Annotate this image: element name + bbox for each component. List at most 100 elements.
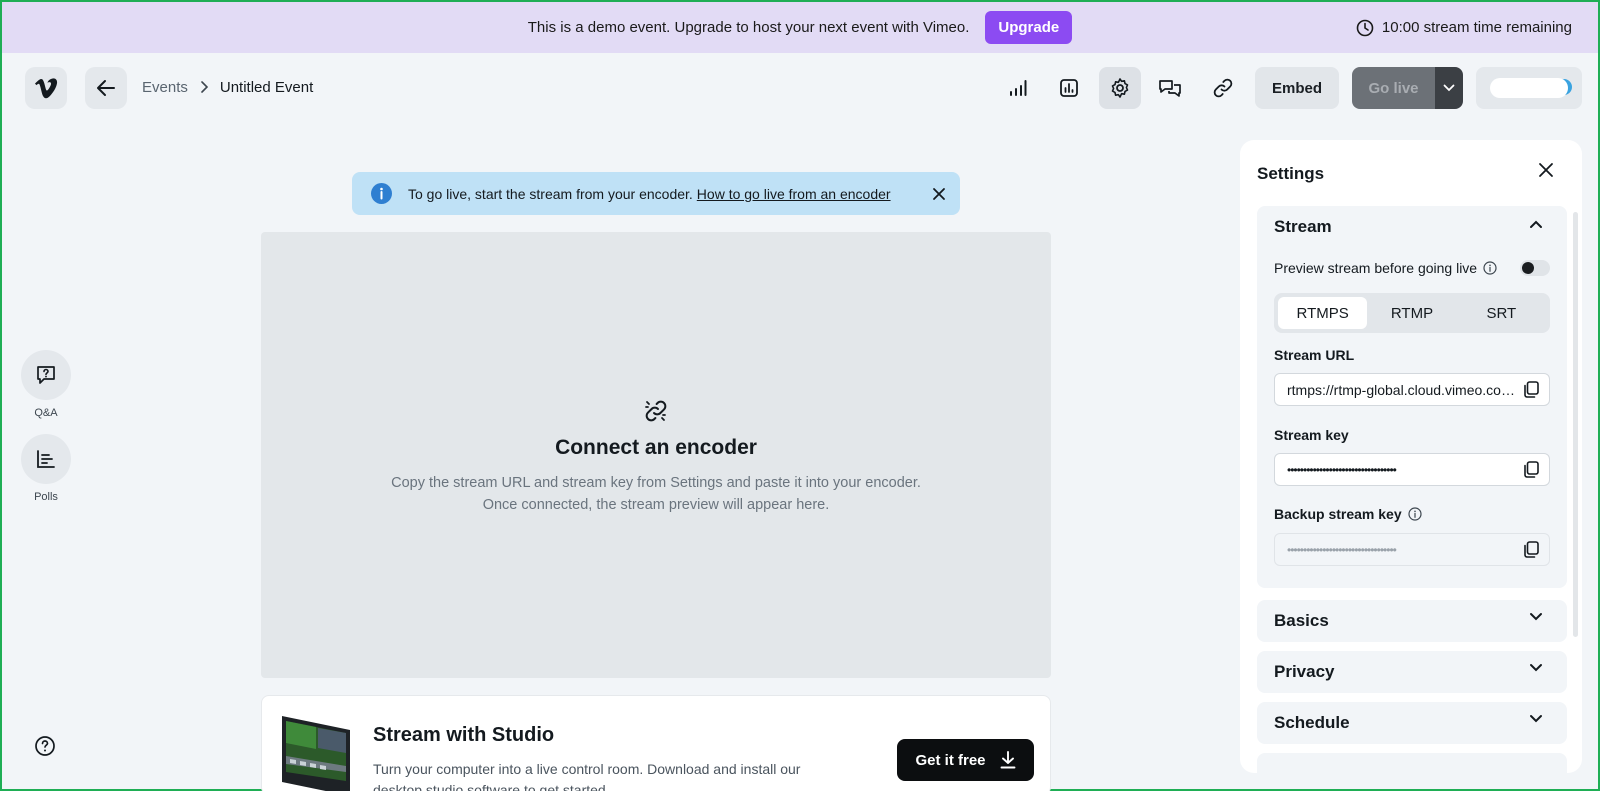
help-button[interactable] — [34, 735, 56, 757]
chevron-right-icon — [200, 81, 208, 93]
chevron-down-icon — [1529, 663, 1543, 673]
studio-description: Turn your computer into a live control r… — [373, 761, 801, 791]
go-live-options-button[interactable] — [1435, 67, 1463, 109]
how-to-go-live-link[interactable]: How to go live from an encoder — [697, 186, 891, 202]
help-circle-icon — [34, 735, 56, 757]
chevron-up-icon[interactable] — [1529, 219, 1543, 229]
copy-icon — [1524, 381, 1539, 398]
copy-key-button[interactable] — [1523, 461, 1539, 478]
stream-url-value: rtmps://rtmp-global.cloud.vimeo.com:443/… — [1287, 381, 1515, 398]
protocol-tab-srt[interactable]: SRT — [1457, 297, 1546, 329]
protocol-selector: RTMPS RTMP SRT — [1274, 293, 1550, 333]
schedule-section[interactable]: Schedule — [1257, 702, 1567, 744]
backup-key-field[interactable]: •••••••••••••••••••••••••••••••••• — [1274, 533, 1550, 566]
backup-key-label: Backup stream key — [1274, 506, 1402, 522]
stream-key-label: Stream key — [1274, 427, 1349, 443]
breadcrumb: Events Untitled Event — [142, 53, 313, 121]
notice-text: To go live, start the stream from your e… — [408, 186, 891, 202]
embed-button[interactable]: Embed — [1255, 67, 1339, 109]
analytics-chart-icon — [1059, 78, 1079, 98]
close-icon — [933, 187, 945, 200]
polls-label: Polls — [34, 491, 58, 503]
upgrade-button[interactable]: Upgrade — [985, 11, 1073, 44]
copy-backup-key-button[interactable] — [1523, 541, 1539, 558]
polls-button[interactable] — [21, 434, 71, 484]
vimeo-logo-button[interactable] — [25, 67, 67, 109]
notice-close-button[interactable] — [932, 187, 946, 201]
demo-banner: This is a demo event. Upgrade to host yo… — [2, 2, 1598, 53]
encoder-notice: To go live, start the stream from your e… — [352, 172, 960, 215]
studio-promo-card: Stream with Studio Turn your computer in… — [261, 695, 1051, 791]
backup-key-value: •••••••••••••••••••••••••••••••••• — [1287, 542, 1397, 557]
header: Events Untitled Event Embed Go live — [2, 53, 1598, 121]
preview-description: Copy the stream URL and stream key from … — [261, 472, 1051, 516]
gear-icon — [1109, 77, 1131, 99]
copy-icon — [1524, 461, 1539, 478]
clock-icon — [1356, 19, 1374, 37]
time-remaining-text: 10:00 stream time remaining — [1381, 19, 1572, 36]
broken-link-icon — [643, 398, 669, 424]
copy-link-button[interactable] — [1202, 67, 1244, 109]
privacy-section-title: Privacy — [1274, 662, 1335, 681]
chevron-down-icon — [1529, 714, 1543, 724]
basics-section-title: Basics — [1274, 611, 1329, 630]
link-icon — [1212, 77, 1234, 99]
settings-panel: Settings Stream Preview stream before go… — [1240, 140, 1582, 773]
info-circle-icon[interactable] — [1408, 507, 1422, 521]
info-icon — [371, 183, 392, 204]
copy-url-button[interactable] — [1523, 381, 1539, 398]
protocol-tab-rtmp[interactable]: RTMP — [1367, 297, 1456, 329]
get-it-free-button[interactable]: Get it free — [897, 739, 1034, 781]
preview-stream-row: Preview stream before going live — [1274, 258, 1550, 278]
stream-key-value: •••••••••••••••••••••••••••••••••• — [1287, 462, 1397, 477]
vimeo-logo-icon — [34, 77, 58, 99]
settings-title: Settings — [1257, 164, 1325, 183]
preview-description-line-1: Copy the stream URL and stream key from … — [391, 475, 921, 491]
chat-bubbles-icon — [1158, 78, 1182, 98]
stream-section-title[interactable]: Stream — [1274, 217, 1332, 237]
toggle-knob — [1522, 262, 1534, 274]
signal-bars-icon — [1009, 79, 1027, 97]
banner-message: This is a demo event. Upgrade to host yo… — [527, 19, 970, 36]
settings-scrollbar[interactable] — [1573, 212, 1578, 637]
back-button[interactable] — [85, 67, 127, 109]
privacy-section[interactable]: Privacy — [1257, 651, 1567, 693]
basics-section[interactable]: Basics — [1257, 600, 1567, 642]
go-live-split-button: Go live — [1352, 67, 1463, 109]
stream-time-remaining: 10:00 stream time remaining — [1356, 2, 1572, 53]
schedule-section-title: Schedule — [1274, 713, 1350, 732]
chevron-down-icon — [1529, 612, 1543, 622]
breadcrumb-current: Untitled Event — [219, 78, 314, 96]
preview-stream-label: Preview stream before going live — [1274, 260, 1478, 276]
settings-button[interactable] — [1099, 67, 1141, 109]
chevron-down-icon — [1443, 84, 1455, 92]
laptop-image — [278, 712, 356, 791]
question-bubble-icon — [35, 364, 57, 386]
qa-label: Q&A — [34, 407, 58, 419]
analytics-button[interactable] — [1048, 67, 1090, 109]
chat-button[interactable] — [1149, 67, 1191, 109]
backup-key-label-row: Backup stream key — [1274, 506, 1422, 522]
poll-chart-icon — [36, 449, 56, 469]
protocol-tab-rtmps[interactable]: RTMPS — [1278, 297, 1368, 329]
get-it-free-label: Get it free — [915, 751, 986, 769]
stream-preview-area: Connect an encoder Copy the stream URL a… — [261, 232, 1051, 678]
preview-title: Connect an encoder — [555, 436, 757, 459]
studio-title: Stream with Studio — [373, 724, 555, 746]
breadcrumb-events-link[interactable]: Events — [142, 79, 188, 96]
stream-key-field[interactable]: •••••••••••••••••••••••••••••••••• — [1274, 453, 1550, 486]
stream-url-label: Stream URL — [1274, 347, 1355, 363]
account-menu-button[interactable] — [1476, 67, 1582, 109]
info-circle-icon[interactable] — [1483, 261, 1497, 275]
preview-description-line-2: Once connected, the stream preview will … — [482, 497, 830, 513]
go-live-button[interactable]: Go live — [1352, 67, 1435, 109]
stream-url-field[interactable]: rtmps://rtmp-global.cloud.vimeo.com:443/… — [1274, 373, 1550, 406]
notice-message: To go live, start the stream from your e… — [408, 185, 693, 202]
download-icon — [1000, 751, 1016, 769]
preview-stream-toggle[interactable] — [1520, 260, 1550, 276]
qa-button[interactable] — [21, 350, 71, 400]
settings-close-button[interactable] — [1538, 162, 1554, 178]
signal-strength-button[interactable] — [997, 67, 1039, 109]
next-section-partial[interactable] — [1257, 753, 1567, 773]
copy-icon — [1524, 541, 1539, 558]
